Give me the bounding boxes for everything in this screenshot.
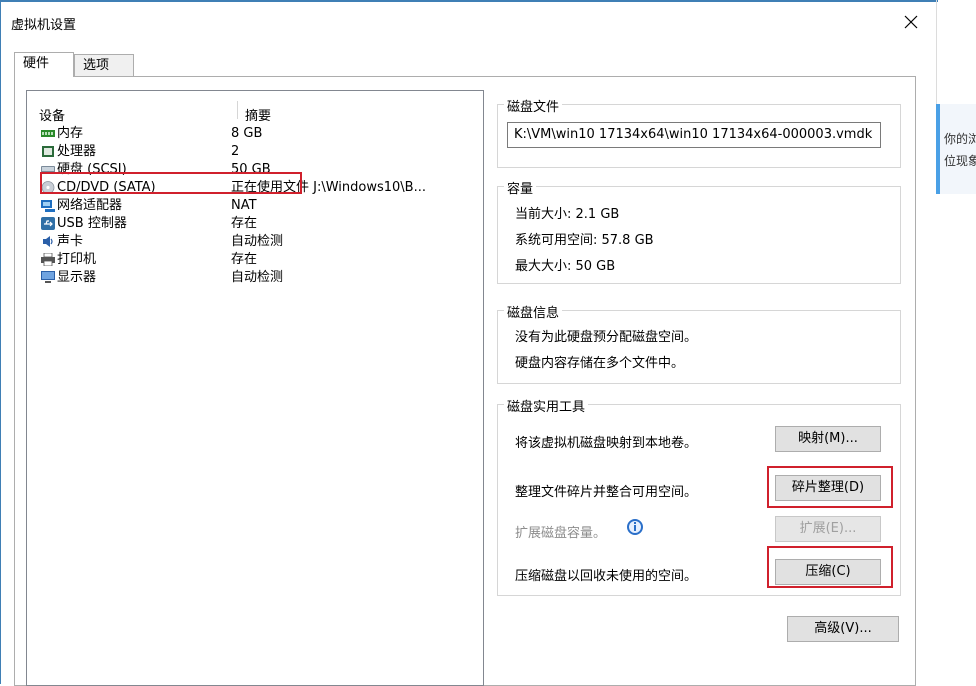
side-note-line-1: 你的浏览 [944,132,976,146]
device-row-network[interactable]: 网络适配器 NAT [41,197,481,215]
disk-info-label: 磁盘信息 [504,302,563,321]
side-note-bar [936,104,940,194]
printer-icon [41,253,55,266]
device-summary: 自动检测 [231,270,284,285]
advanced-button[interactable]: 高级(V)... [787,616,899,642]
device-summary: NAT [231,198,257,213]
expand-button[interactable]: 扩展(E)... [775,516,881,542]
disk-info-line-2: 硬盘内容存储在多个文件中。 [515,356,685,371]
window-right-edge [936,0,937,104]
device-name: 网络适配器 [57,198,123,213]
map-button[interactable]: 映射(M)... [775,426,881,452]
device-summary: 自动检测 [231,234,284,249]
side-note [936,104,976,194]
device-row-printer[interactable]: 打印机 存在 [41,251,481,269]
memory-icon [41,130,55,137]
disk-info-line-1: 没有为此硬盘预分配磁盘空间。 [515,330,698,345]
device-row-display[interactable]: 显示器 自动检测 [41,269,481,287]
device-summary: 8 GB [231,126,263,141]
device-row-processor[interactable]: 处理器 2 [41,143,481,161]
device-name: 内存 [57,126,84,141]
column-summary[interactable]: 摘要 [245,105,271,124]
device-name: 处理器 [57,144,97,159]
compact-highlight [767,546,893,588]
device-row-usb[interactable]: USB 控制器 存在 [41,215,481,233]
close-button[interactable] [899,10,923,34]
tab-options[interactable]: 选项 [74,54,134,76]
disk-info-group: 磁盘信息 [497,302,901,384]
defrag-highlight [767,466,893,508]
harddisk-highlight [40,172,302,194]
defrag-description: 整理文件碎片并整合可用空间。 [515,485,698,500]
device-summary: 2 [231,144,240,159]
network-adapter-icon [41,200,55,212]
disk-utilities-label: 磁盘实用工具 [504,396,589,415]
current-size: 当前大小: 2.1 GB [515,207,620,222]
max-size: 最大大小: 50 GB [515,259,616,274]
disk-file-label: 磁盘文件 [504,96,563,115]
device-row-memory[interactable]: 内存 8 GB [41,125,481,143]
system-available-space: 系统可用空间: 57.8 GB [515,233,654,248]
display-icon [41,271,55,283]
expand-description: 扩展磁盘容量。 [515,526,607,541]
column-device[interactable]: 设备 [39,105,65,124]
processor-icon [42,146,54,157]
device-name: 打印机 [57,252,97,267]
window-title: 虚拟机设置 [11,18,77,33]
compact-description: 压缩磁盘以回收未使用的空间。 [515,569,698,584]
device-list[interactable]: 设备 摘要 内存 8 GB 处理器 2 硬盘 (SCSI) 50 GB CD/D… [26,90,484,686]
device-row-sound[interactable]: 声卡 自动检测 [41,233,481,251]
sound-card-icon [43,236,53,247]
capacity-label: 容量 [504,178,537,197]
column-divider[interactable] [237,101,238,119]
usb-icon [41,217,55,230]
device-name: 显示器 [57,270,97,285]
close-icon [904,15,918,29]
device-summary: 存在 [231,216,258,231]
tab-hardware[interactable]: 硬件 [14,52,74,77]
side-note-line-2: 位现象， [944,154,976,168]
device-name: 声卡 [57,234,84,249]
map-description: 将该虚拟机磁盘映射到本地卷。 [515,436,698,451]
device-name: USB 控制器 [57,216,127,231]
info-icon[interactable] [625,517,645,537]
device-summary: 存在 [231,252,258,267]
disk-file-path-field[interactable]: K:\VM\win10 17134x64\win10 17134x64-0000… [507,122,881,148]
